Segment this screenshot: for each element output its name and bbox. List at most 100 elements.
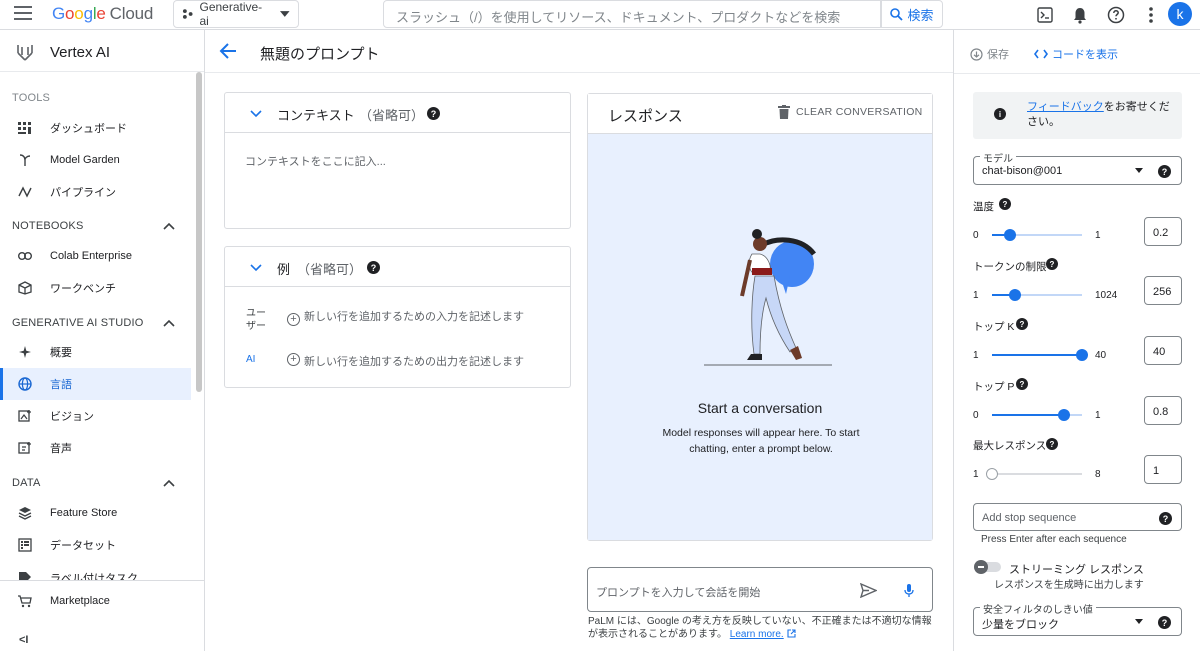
- sidebar-divider: [0, 580, 204, 581]
- help-icon[interactable]: ?: [1158, 165, 1171, 178]
- prompt-input-container[interactable]: プロンプトを入力して会話を開始: [587, 567, 933, 612]
- nav-workbench[interactable]: ワークベンチ: [0, 272, 191, 304]
- save-button[interactable]: 保存: [970, 46, 1009, 62]
- context-input[interactable]: コンテキストをここに記入...: [245, 153, 386, 169]
- streaming-label: ストリーミング レスポンス: [1009, 564, 1144, 576]
- stop-sequence-input[interactable]: Add stop sequence: [982, 512, 1076, 524]
- stop-sequence-field[interactable]: Add stop sequence ?: [973, 503, 1182, 531]
- feedback-link[interactable]: フィードバック: [1027, 101, 1104, 113]
- help-icon[interactable]: ?: [427, 107, 440, 120]
- token-limit-max: 1024: [1095, 290, 1118, 301]
- top-p-input[interactable]: 0.8: [1144, 396, 1182, 425]
- nav-overview[interactable]: 概要: [0, 336, 191, 368]
- nav-speech[interactable]: 音声: [0, 432, 191, 464]
- prompt-input[interactable]: プロンプトを入力して会話を開始: [596, 584, 760, 600]
- more-vert-icon[interactable]: [1140, 4, 1162, 26]
- help-icon[interactable]: ?: [1159, 512, 1172, 525]
- feature-store-icon: [18, 507, 32, 520]
- nav-language[interactable]: 言語: [0, 368, 191, 400]
- chevron-down-icon[interactable]: [250, 264, 262, 272]
- token-limit-input[interactable]: 256: [1144, 276, 1182, 305]
- dropdown-arrow-icon: [280, 11, 290, 17]
- slider-thumb[interactable]: [1004, 229, 1016, 241]
- slider-thumb[interactable]: [1076, 349, 1088, 361]
- sparkle-icon: [19, 346, 31, 358]
- top-p-slider[interactable]: [992, 409, 1082, 421]
- help-icon[interactable]: ?: [1046, 258, 1058, 270]
- context-optional: （省略可）: [359, 108, 425, 123]
- nav-pipelines[interactable]: パイプライン: [0, 176, 191, 208]
- user-label-line: ザー: [246, 321, 266, 332]
- send-icon[interactable]: [860, 583, 877, 598]
- nav-colab-enterprise[interactable]: Colab Enterprise: [0, 240, 191, 272]
- help-icon[interactable]: ?: [1016, 318, 1028, 330]
- temperature-input[interactable]: 0.2: [1144, 217, 1182, 246]
- nav-label: ラベル付けタスク: [50, 573, 138, 580]
- microphone-icon[interactable]: [904, 583, 914, 598]
- help-icon[interactable]: ?: [1016, 378, 1028, 390]
- top-k-max: 40: [1095, 350, 1107, 361]
- chevron-up-icon[interactable]: [163, 222, 175, 230]
- chevron-down-icon[interactable]: [250, 110, 262, 118]
- project-name: Generative-ai: [199, 0, 263, 28]
- token-limit-slider[interactable]: [992, 289, 1082, 301]
- examples-header[interactable]: 例 （省略可） ?: [225, 247, 570, 287]
- help-icon[interactable]: ?: [1158, 616, 1171, 629]
- context-header[interactable]: コンテキスト （省略可） ?: [225, 93, 570, 133]
- max-responses-slider[interactable]: [986, 468, 1082, 480]
- collapse-sidebar-button[interactable]: <I: [19, 634, 28, 646]
- project-selector[interactable]: Generative-ai: [173, 0, 299, 28]
- avatar[interactable]: k: [1168, 2, 1192, 26]
- help-icon[interactable]: ?: [1046, 438, 1058, 450]
- save-icon: [970, 47, 983, 61]
- safety-filter-select[interactable]: 安全フィルタのしきい値 少量をブロック ?: [973, 601, 1182, 636]
- nav-marketplace[interactable]: Marketplace: [0, 585, 191, 617]
- help-icon[interactable]: ?: [367, 261, 380, 274]
- search-input[interactable]: スラッシュ（/）を使用してリソース、ドキュメント、プロダクトなどを検索: [383, 0, 881, 28]
- add-circle-icon[interactable]: +: [287, 313, 300, 326]
- nav-vision[interactable]: ビジョン: [0, 400, 191, 432]
- nav-dashboard[interactable]: ダッシュボード: [0, 112, 191, 144]
- user-label-line: ユー: [246, 308, 266, 319]
- terminal-icon[interactable]: [1034, 4, 1056, 26]
- search-icon: [890, 7, 904, 21]
- add-circle-icon[interactable]: +: [287, 353, 300, 366]
- marketplace-icon: [18, 595, 32, 608]
- learn-more-link[interactable]: Learn more.: [730, 629, 784, 640]
- clear-conversation-button[interactable]: CLEAR CONVERSATION: [778, 105, 923, 119]
- logo-letter: G: [52, 4, 66, 23]
- search-button[interactable]: 検索: [881, 0, 943, 28]
- sidebar-scrollbar[interactable]: [196, 72, 202, 392]
- slider-thumb[interactable]: [1058, 409, 1070, 421]
- ai-example-input[interactable]: 新しい行を追加するための出力を記述します: [304, 353, 524, 369]
- top-k-slider[interactable]: [992, 349, 1088, 361]
- sidebar: Vertex AI TOOLS ダッシュボード Model Garden パイプ…: [0, 30, 205, 651]
- user-example-input[interactable]: 新しい行を追加するための入力を記述します: [304, 308, 524, 324]
- max-responses-input[interactable]: 1: [1144, 455, 1182, 484]
- chevron-up-icon[interactable]: [163, 319, 175, 327]
- view-code-button[interactable]: コードを表示: [1034, 46, 1118, 62]
- save-label: 保存: [987, 49, 1009, 61]
- nav-label: Marketplace: [50, 595, 110, 607]
- model-select[interactable]: モデル chat-bison@001 ?: [973, 150, 1182, 185]
- google-cloud-logo[interactable]: Google Cloud: [52, 4, 153, 24]
- chevron-up-icon[interactable]: [163, 479, 175, 487]
- nav-labeling-tasks[interactable]: ラベル付けタスク: [0, 561, 191, 580]
- slider-thumb[interactable]: [986, 468, 998, 480]
- model-label: モデル: [980, 150, 1016, 165]
- temperature-slider[interactable]: [992, 229, 1082, 241]
- section-data: DATA: [12, 477, 41, 489]
- bell-icon[interactable]: [1069, 4, 1091, 26]
- nav-feature-store[interactable]: Feature Store: [0, 497, 191, 529]
- slider-thumb[interactable]: [1008, 289, 1021, 301]
- top-k-input[interactable]: 40: [1144, 336, 1182, 365]
- menu-icon[interactable]: [14, 6, 38, 24]
- help-icon[interactable]: [1105, 4, 1127, 26]
- streaming-toggle[interactable]: [973, 560, 1003, 574]
- nav-model-garden[interactable]: Model Garden: [0, 144, 191, 176]
- help-icon[interactable]: ?: [999, 198, 1011, 210]
- back-arrow-icon[interactable]: [219, 43, 237, 59]
- context-card: コンテキスト （省略可） ? コンテキストをここに記入...: [224, 92, 571, 229]
- max-responses-label: 最大レスポンス: [973, 438, 1046, 453]
- nav-datasets[interactable]: データセット: [0, 529, 191, 561]
